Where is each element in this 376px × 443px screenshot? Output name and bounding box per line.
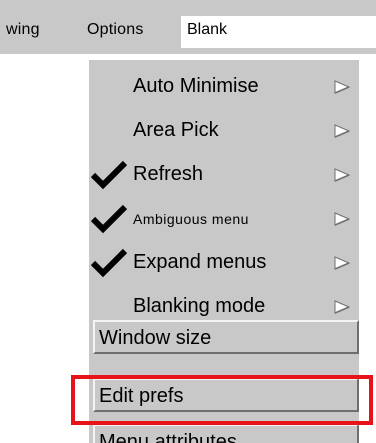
- submenu-arrow-icon: [334, 300, 350, 314]
- menu-item-ambiguous-menu[interactable]: Ambiguous menu: [89, 198, 359, 236]
- submenu-arrow-icon: [334, 168, 350, 182]
- options-dropdown: Auto Minimise Area Pick Refresh Ambiguou…: [87, 58, 359, 443]
- window-size-button[interactable]: Window size: [93, 320, 359, 354]
- menu-viewing[interactable]: wing: [6, 21, 40, 39]
- submenu-arrow-icon: [334, 124, 350, 138]
- submenu-arrow-icon: [334, 256, 350, 270]
- submenu-arrow-icon: [334, 212, 350, 226]
- edit-prefs-button[interactable]: Edit prefs: [93, 378, 359, 412]
- menu-item-blanking-mode[interactable]: Blanking mode: [89, 286, 359, 324]
- checkmark-icon: [91, 160, 127, 190]
- blank-field[interactable]: Blank: [181, 16, 376, 48]
- menu-attributes-button[interactable]: Menu attributes: [93, 424, 359, 443]
- menu-bar: wing Options Blank: [0, 0, 376, 54]
- menu-item-label: Ambiguous menu: [133, 211, 249, 227]
- menu-item-label: Area Pick: [133, 119, 219, 141]
- menu-item-label: Blanking mode: [133, 295, 266, 317]
- submenu-arrow-icon: [334, 80, 350, 94]
- button-label: Menu attributes: [99, 431, 237, 443]
- screenshot-stage: wing Options Blank Auto Minimise Area Pi…: [0, 0, 376, 443]
- menu-item-expand-menus[interactable]: Expand menus: [89, 242, 359, 280]
- menu-item-label: Expand menus: [133, 251, 267, 273]
- menu-item-refresh[interactable]: Refresh: [89, 154, 359, 192]
- menu-options[interactable]: Options: [87, 21, 144, 39]
- checkmark-icon: [91, 248, 127, 278]
- menu-item-auto-minimise[interactable]: Auto Minimise: [89, 66, 359, 104]
- blank-field-value: Blank: [187, 21, 228, 38]
- menu-item-label: Refresh: [133, 163, 204, 185]
- menu-item-label: Auto Minimise: [133, 75, 259, 97]
- checkmark-icon: [91, 204, 127, 234]
- button-label: Window size: [99, 327, 212, 349]
- menu-item-area-pick[interactable]: Area Pick: [89, 110, 359, 148]
- button-label: Edit prefs: [99, 385, 184, 407]
